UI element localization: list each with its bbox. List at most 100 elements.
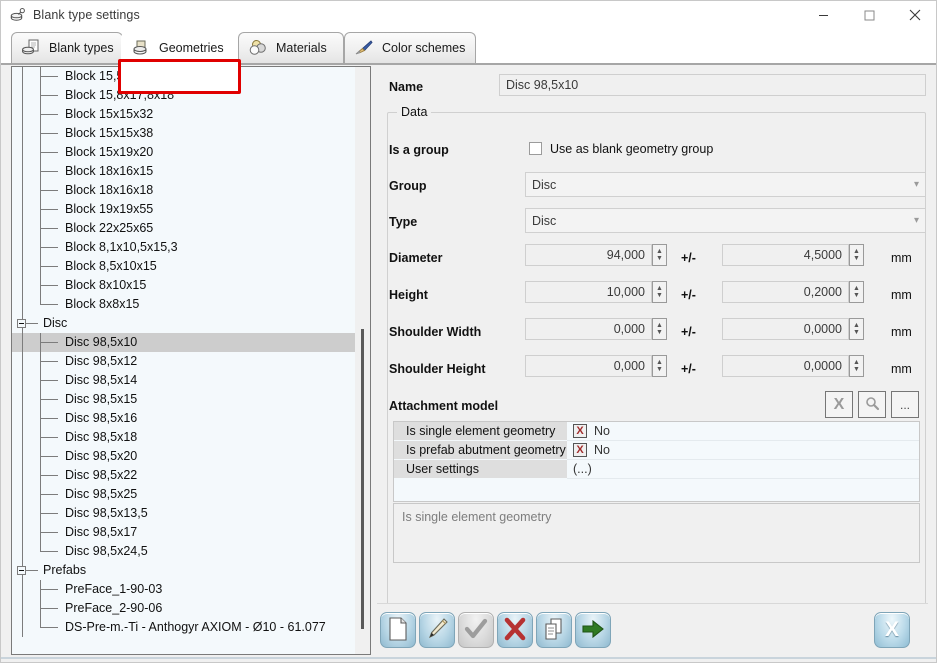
tree-item[interactable]: Block 8x10x15 [12, 276, 357, 295]
shoulder-width-tolerance-spinner[interactable]: ▲ ▼ [849, 318, 864, 340]
tree-item[interactable]: DS-Pre-m.-Ti - Anthogyr AXIOM - Ø10 - 61… [12, 618, 357, 637]
pencil-icon [425, 617, 449, 644]
tab-geometries[interactable]: Geometries [121, 32, 238, 63]
close-icon[interactable] [892, 1, 936, 29]
group-label: Group [389, 179, 427, 193]
tab-materials[interactable]: Materials [238, 32, 344, 63]
tree-item[interactable]: Disc 98,5x13,5 [12, 504, 357, 523]
tab-blank-types[interactable]: Blank types [11, 32, 123, 63]
property-row[interactable]: User settings (...) [394, 460, 919, 479]
tree-item[interactable]: Disc 98,5x24,5 [12, 542, 357, 561]
shoulder-height-tolerance-spinner[interactable]: ▲ ▼ [849, 355, 864, 377]
tab-label-geometries: Geometries [159, 41, 224, 55]
tree-item[interactable]: Block 15x15x32 [12, 105, 357, 124]
shoulder-width-tolerance-field[interactable]: 0,0000 [722, 318, 849, 340]
tree-item[interactable]: Block 8,1x10,5x15,3 [12, 238, 357, 257]
preview-attachment-button[interactable] [858, 391, 886, 418]
clear-attachment-button[interactable]: X [825, 391, 853, 418]
copy-button[interactable] [536, 612, 572, 648]
diameter-tolerance-field[interactable]: 4,5000 [722, 244, 849, 266]
status-divider [1, 657, 936, 659]
property-value[interactable]: X No [567, 441, 919, 460]
tree-item[interactable]: Disc 98,5x15 [12, 390, 357, 409]
tree-trunk-line [22, 485, 23, 504]
tree-scrollbar-thumb[interactable] [361, 329, 364, 629]
tree-branch-line [40, 494, 58, 495]
tree-item[interactable]: Disc 98,5x12 [12, 352, 357, 371]
geometry-tree[interactable]: Block 15,5x19x39 Block 15,8x17,8x18 Block … [12, 67, 357, 654]
shoulder-height-value-field[interactable]: 0,000 [525, 355, 652, 377]
export-button[interactable] [575, 612, 611, 648]
tree-branch-line [40, 95, 58, 96]
tree-item[interactable]: PreFace_2-90-06 [12, 599, 357, 618]
tree-item[interactable]: Block 18x16x18 [12, 181, 357, 200]
tree-trunk-line [22, 276, 23, 295]
shoulder-width-spinner[interactable]: ▲ ▼ [652, 318, 667, 340]
ellipsis-icon: ... [899, 397, 910, 412]
tree-trunk-line [22, 352, 23, 371]
tab-color-schemes[interactable]: Color schemes [344, 32, 476, 63]
tree-item[interactable]: Disc 98,5x16 [12, 409, 357, 428]
tree-item[interactable]: Block 8x8x15 [12, 295, 357, 314]
tree-item[interactable]: Disc 98,5x22 [12, 466, 357, 485]
group-combobox[interactable]: Disc ▾ [525, 172, 926, 197]
tree-branch-line [40, 266, 58, 267]
shoulder-width-plusminus-label: +/- [681, 325, 696, 339]
close-dialog-button[interactable]: X [874, 612, 910, 648]
tree-item[interactable]: Block 15x15x38 [12, 124, 357, 143]
tree-item[interactable]: Disc 98,5x18 [12, 428, 357, 447]
name-field[interactable]: Disc 98,5x10 [499, 74, 926, 96]
accept-button [458, 612, 494, 648]
shoulder-width-value-field[interactable]: 0,000 [525, 318, 652, 340]
delete-button[interactable] [497, 612, 533, 648]
tree-trunk-line [22, 504, 23, 523]
tree-item[interactable]: Block 15x19x20 [12, 143, 357, 162]
tree-item[interactable]: Disc 98,5x10 [12, 333, 357, 352]
shoulder-height-spinner[interactable]: ▲ ▼ [652, 355, 667, 377]
tree-expander-collapse-icon[interactable] [17, 319, 26, 328]
diameter-spinner[interactable]: ▲ ▼ [652, 244, 667, 266]
tree-item[interactable]: Disc 98,5x20 [12, 447, 357, 466]
tree-item[interactable]: Block 22x25x65 [12, 219, 357, 238]
tree-item[interactable]: Block 19x19x55 [12, 200, 357, 219]
edit-button[interactable] [419, 612, 455, 648]
property-value[interactable]: X No [567, 422, 919, 441]
tree-item-label: PreFace_1-90-03 [65, 582, 163, 596]
tree-expander-collapse-icon[interactable] [17, 566, 26, 575]
maximize-icon[interactable] [846, 1, 892, 29]
diameter-value-field[interactable]: 94,000 [525, 244, 652, 266]
shoulder-height-tolerance-field[interactable]: 0,0000 [722, 355, 849, 377]
tree-item[interactable]: Disc 98,5x14 [12, 371, 357, 390]
browse-attachment-button[interactable]: ... [891, 391, 919, 418]
type-combobox[interactable]: Disc ▾ [525, 208, 926, 233]
paintbrush-icon [354, 39, 374, 57]
diameter-tolerance-spinner[interactable]: ▲ ▼ [849, 244, 864, 266]
tree-item[interactable]: Disc 98,5x17 [12, 523, 357, 542]
use-as-blank-geometry-group-checkbox[interactable] [529, 142, 542, 155]
tree-item[interactable]: Prefabs [12, 561, 357, 580]
tree-item[interactable]: Block 8,5x10x15 [12, 257, 357, 276]
tree-item[interactable]: PreFace_1-90-03 [12, 580, 357, 599]
tree-vertical-scrollbar[interactable] [355, 67, 370, 654]
tree-trunk-line [22, 105, 23, 124]
geometry-tree-panel: Block 15,5x19x39 Block 15,8x17,8x18 Block … [11, 66, 371, 655]
tree-item[interactable]: Block 18x16x15 [12, 162, 357, 181]
height-tolerance-field[interactable]: 0,2000 [722, 281, 849, 303]
tree-item-label: Disc 98,5x16 [65, 411, 138, 425]
minimize-icon[interactable] [800, 1, 846, 29]
attachment-property-grid[interactable]: Is single element geometry X No Is prefab a… [393, 421, 920, 502]
property-row[interactable]: Is prefab abutment geometry X No [394, 441, 919, 460]
property-value[interactable]: (...) [567, 460, 919, 479]
tree-item[interactable]: Disc 98,5x25 [12, 485, 357, 504]
tree-branch-line [40, 532, 58, 533]
red-x-icon: X [573, 424, 587, 438]
new-button[interactable] [380, 612, 416, 648]
height-value-field[interactable]: 10,000 [525, 281, 652, 303]
tree-item[interactable]: Disc [12, 314, 357, 333]
tree-trunk-line [22, 599, 23, 618]
tree-trunk-line [22, 466, 23, 485]
property-row[interactable]: Is single element geometry X No [394, 422, 919, 441]
height-tolerance-spinner[interactable]: ▲ ▼ [849, 281, 864, 303]
height-spinner[interactable]: ▲ ▼ [652, 281, 667, 303]
tree-trunk-line [22, 542, 23, 561]
